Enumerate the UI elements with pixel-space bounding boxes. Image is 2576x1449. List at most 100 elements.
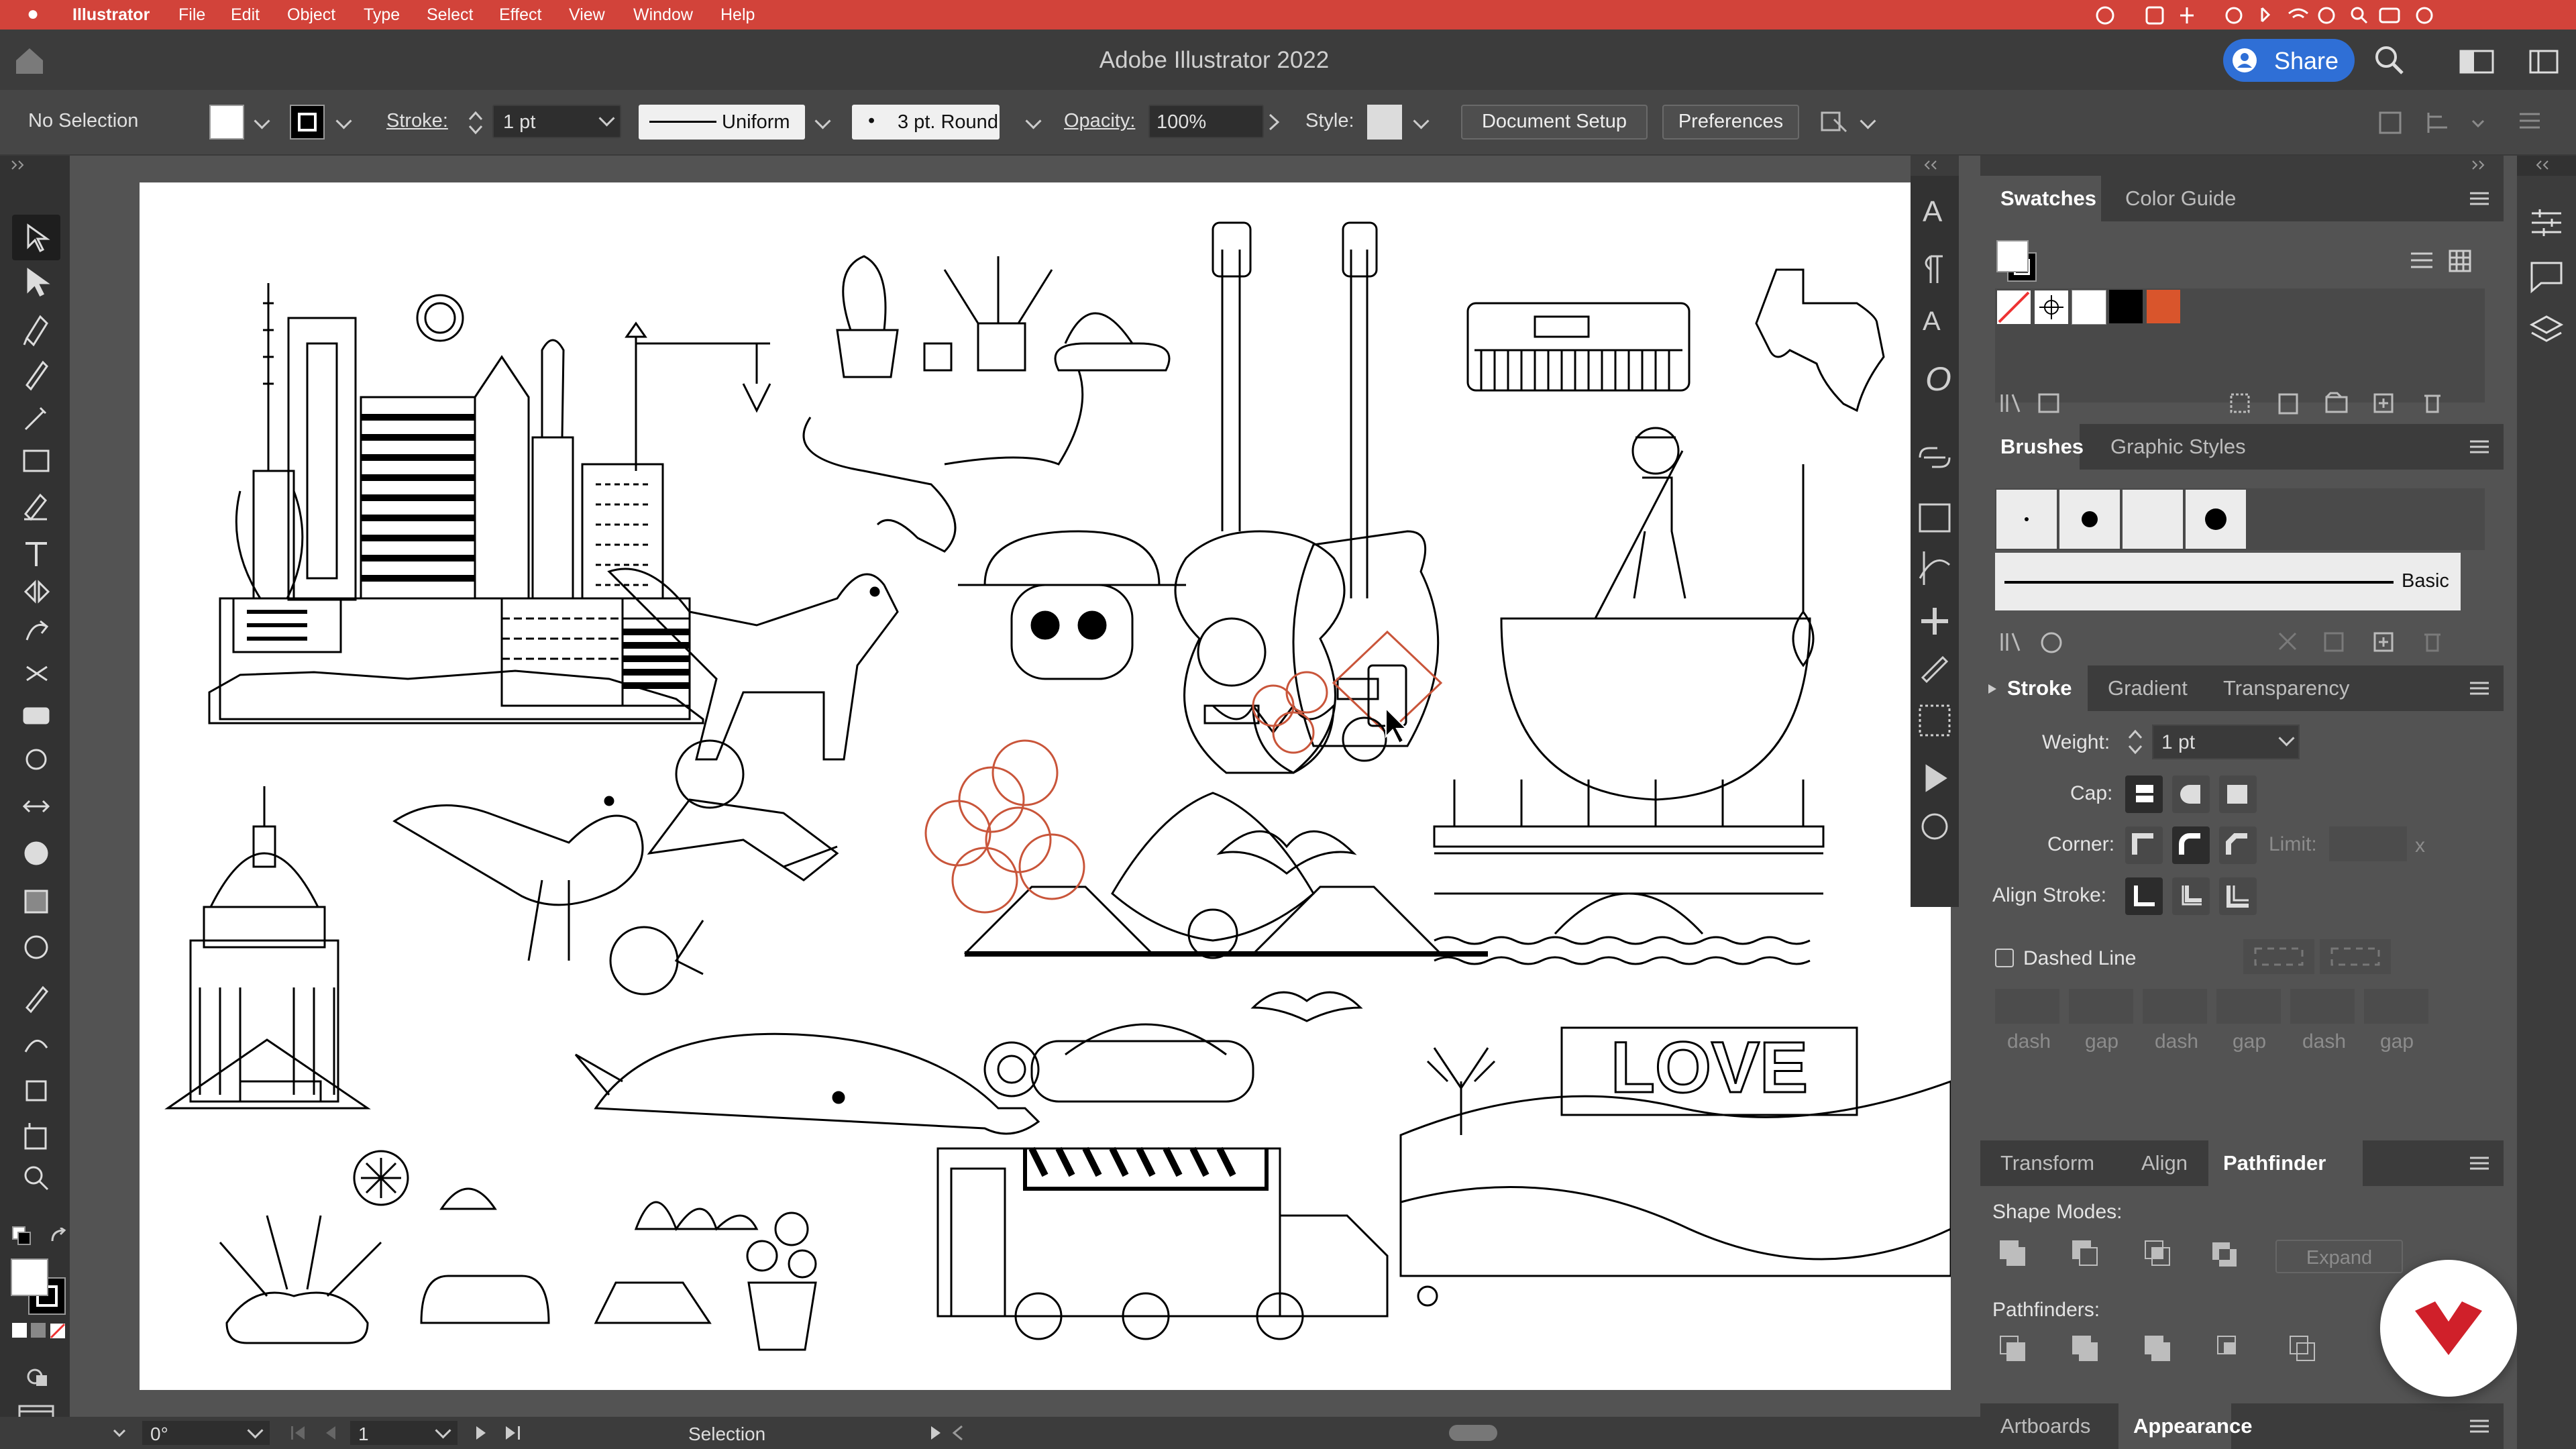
opacity-label[interactable]: Opacity: — [1064, 110, 1135, 132]
cap-butt-button[interactable] — [2125, 775, 2163, 813]
stroke-stepper-icon[interactable] — [467, 107, 484, 138]
swatch-none[interactable] — [1996, 290, 2031, 325]
menu-view[interactable]: View — [569, 5, 605, 25]
gap-field-3[interactable] — [2364, 989, 2428, 1024]
dashed-line-checkbox[interactable] — [1995, 949, 2014, 967]
pathfinder-menu-icon[interactable] — [2469, 1155, 2490, 1171]
brush-preset-large[interactable] — [2186, 490, 2246, 549]
tab-graphic-styles[interactable]: Graphic Styles — [2110, 435, 2246, 459]
fill-dropdown-icon[interactable] — [254, 113, 270, 129]
brush-preset-medium[interactable] — [2059, 490, 2120, 549]
next-last-artboard-icons[interactable] — [472, 1424, 539, 1442]
select-similar-dropdown-icon[interactable] — [1860, 113, 1876, 129]
menu-window[interactable]: Window — [633, 5, 693, 25]
tab-artboards[interactable]: Artboards — [2000, 1414, 2090, 1438]
tab-transparency[interactable]: Transparency — [2223, 676, 2349, 700]
default-colors-icon[interactable] — [12, 1226, 32, 1246]
menu-type[interactable]: Type — [364, 5, 400, 25]
stroke-swatch[interactable] — [290, 105, 325, 140]
menu-help[interactable]: Help — [720, 5, 755, 25]
expand-button[interactable]: Expand — [2275, 1240, 2403, 1273]
swatch-view-icons[interactable] — [2408, 248, 2475, 275]
tab-brushes[interactable]: Brushes — [2000, 435, 2084, 459]
limit-field[interactable] — [2329, 826, 2407, 861]
workspace-icon[interactable] — [2459, 50, 2494, 74]
menu-edit[interactable]: Edit — [231, 5, 260, 25]
select-similar-icon[interactable] — [1819, 107, 1853, 138]
corner-round-button[interactable] — [2172, 826, 2210, 864]
draw-mode-icon[interactable] — [24, 1363, 51, 1390]
exclude-icon[interactable] — [2211, 1241, 2245, 1275]
stroke-menu-icon[interactable] — [2469, 680, 2490, 696]
opacity-field[interactable]: 100% — [1148, 105, 1264, 138]
stroke-label[interactable]: Stroke: — [386, 110, 448, 132]
document-setup-button[interactable]: Document Setup — [1461, 105, 1648, 140]
brush-dropdown-icon[interactable] — [1025, 113, 1042, 129]
brushes-menu-icon[interactable] — [2469, 439, 2490, 455]
swatches-fill-box[interactable] — [1996, 240, 2029, 272]
color-mode-buttons[interactable] — [12, 1323, 66, 1339]
menu-file[interactable]: File — [178, 5, 205, 25]
align-stroke-outside-button[interactable] — [2219, 877, 2257, 915]
swap-colors-icon[interactable] — [50, 1228, 68, 1246]
dash-field-3[interactable] — [2290, 989, 2355, 1024]
stroke-collapse-icon[interactable] — [1987, 683, 1998, 695]
collapse-tools-icon[interactable] — [9, 158, 30, 172]
cap-projecting-button[interactable] — [2219, 775, 2257, 813]
swatches-menu-icon[interactable] — [2469, 191, 2490, 207]
stroke-weight-field[interactable]: 1 pt — [492, 105, 621, 138]
fill-box[interactable] — [11, 1258, 48, 1296]
gap-field-1[interactable] — [2069, 989, 2133, 1024]
gap-field-2[interactable] — [2216, 989, 2281, 1024]
swatch-registration[interactable] — [2034, 290, 2069, 325]
appearance-menu-icon[interactable] — [2469, 1418, 2490, 1434]
search-icon[interactable] — [2372, 43, 2407, 78]
collapse-mini-panel-icon[interactable] — [1921, 160, 1948, 172]
brush-definition[interactable]: • 3 pt. Round — [852, 105, 1000, 140]
align-stroke-center-button[interactable] — [2125, 877, 2163, 915]
menu-select[interactable]: Select — [427, 5, 473, 25]
tab-stroke[interactable]: Stroke — [2007, 676, 2072, 700]
tab-pathfinder[interactable]: Pathfinder — [2223, 1151, 2326, 1175]
corner-miter-button[interactable] — [2125, 826, 2163, 864]
tab-color-guide[interactable]: Color Guide — [2125, 186, 2236, 211]
swatch-white[interactable] — [2072, 290, 2106, 325]
swatch-orange[interactable] — [2147, 290, 2180, 323]
first-prev-artboard-icons[interactable] — [288, 1424, 356, 1442]
stroke-weight-dropdown-icon[interactable] — [598, 110, 615, 127]
weight-stepper-icon[interactable] — [2127, 726, 2144, 759]
weight-field[interactable]: 1 pt — [2152, 724, 2300, 759]
tab-appearance[interactable]: Appearance — [2133, 1414, 2252, 1438]
graphic-style-swatch[interactable] — [1367, 105, 1402, 140]
profile-dropdown-icon[interactable] — [814, 113, 831, 129]
stroke-dropdown-icon[interactable] — [335, 113, 352, 129]
weight-dropdown-icon[interactable] — [2278, 730, 2295, 747]
menu-object[interactable]: Object — [287, 5, 335, 25]
tab-swatches[interactable]: Swatches — [2000, 186, 2096, 211]
horizontal-scrollbar[interactable] — [1449, 1425, 1497, 1441]
tab-align[interactable]: Align — [2141, 1151, 2188, 1175]
dash-field-1[interactable] — [1995, 989, 2059, 1024]
preferences-button[interactable]: Preferences — [1662, 105, 1799, 140]
swatch-black[interactable] — [2109, 290, 2143, 323]
fill-swatch[interactable] — [209, 105, 244, 140]
opacity-arrow-icon[interactable] — [1267, 113, 1281, 131]
brush-preset-small[interactable] — [1996, 490, 2057, 549]
dash-alignment-icons[interactable] — [2242, 938, 2403, 975]
menu-effect[interactable]: Effect — [499, 5, 541, 25]
brush-basic-row[interactable]: Basic — [1995, 553, 2461, 610]
status-menu-arrows[interactable] — [927, 1424, 967, 1442]
cap-round-button[interactable] — [2172, 775, 2210, 813]
apple-icon[interactable]: ● — [27, 3, 39, 25]
align-stroke-inside-button[interactable] — [2172, 877, 2210, 915]
tab-gradient[interactable]: Gradient — [2108, 676, 2188, 700]
style-dropdown-icon[interactable] — [1413, 113, 1430, 129]
dash-field-2[interactable] — [2143, 989, 2207, 1024]
arrange-panels-icon[interactable] — [2529, 50, 2559, 74]
variable-width-profile[interactable]: Uniform — [639, 105, 805, 140]
brush-preset-faint[interactable] — [2123, 490, 2183, 549]
collapse-right-dock-icon[interactable] — [2533, 160, 2560, 172]
artboard[interactable]: LOVE — [140, 182, 1952, 1390]
tab-transform[interactable]: Transform — [2000, 1151, 2094, 1175]
corner-bevel-button[interactable] — [2219, 826, 2257, 864]
